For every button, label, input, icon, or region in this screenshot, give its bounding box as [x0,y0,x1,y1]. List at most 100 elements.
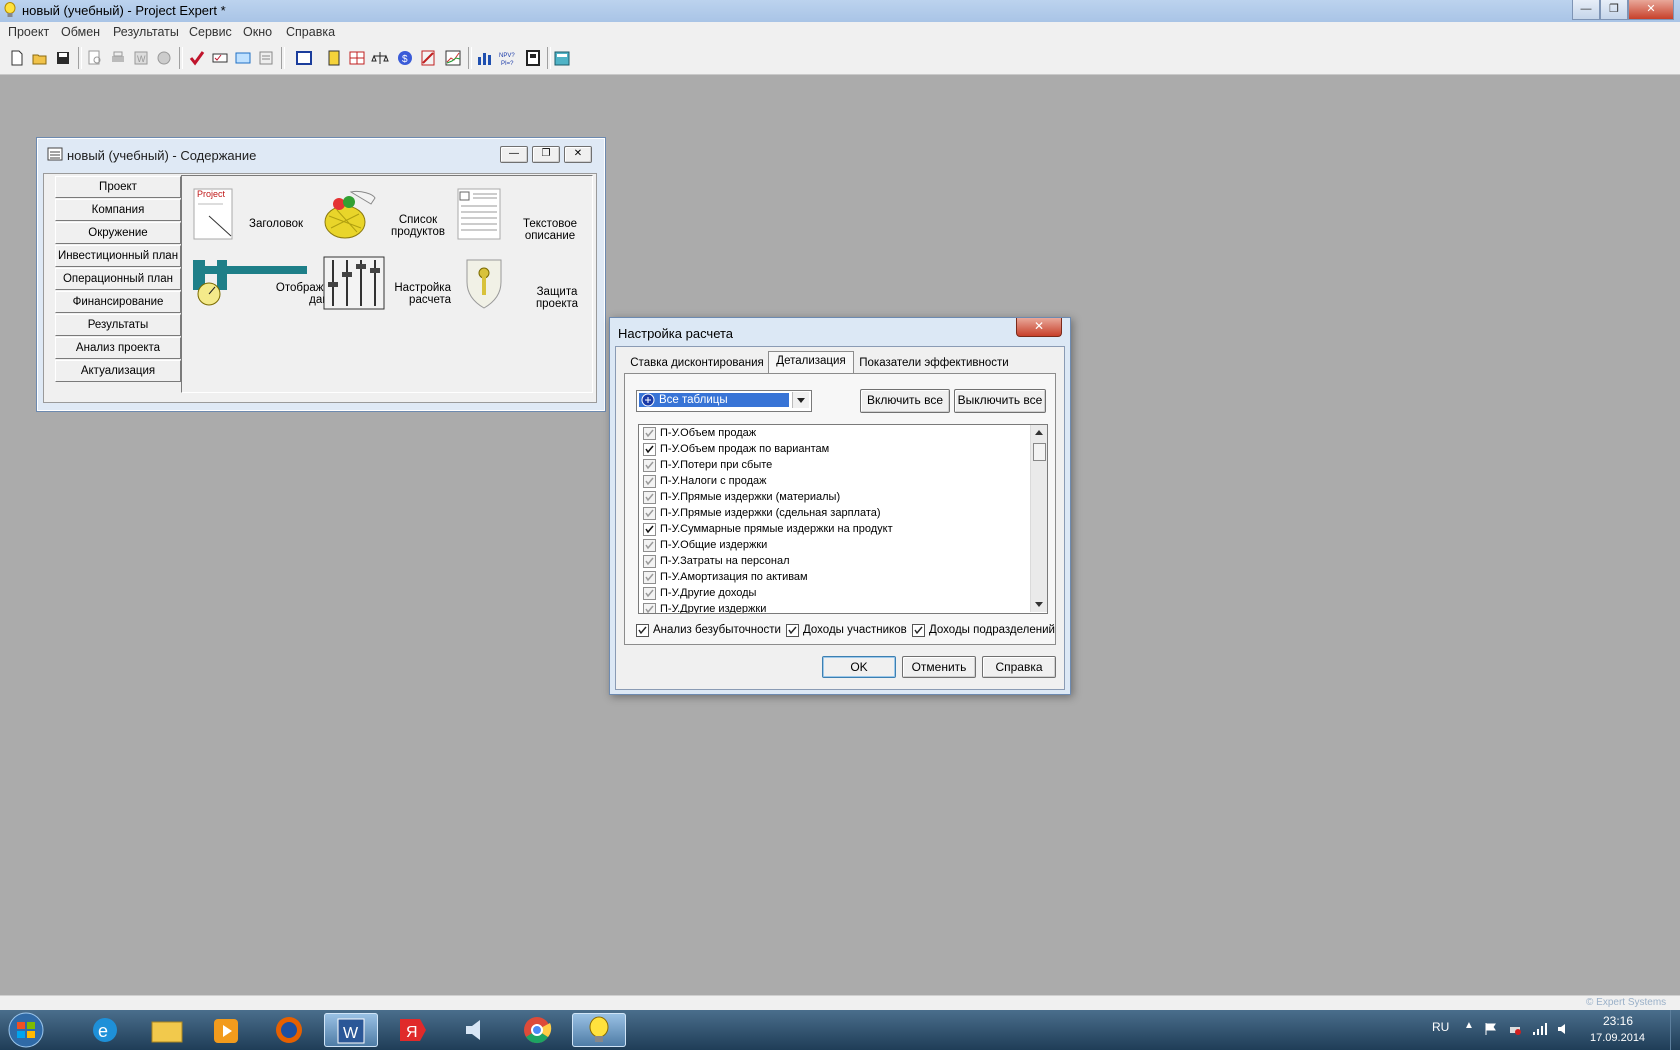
table-icon[interactable] [325,49,343,67]
balance-icon[interactable] [371,49,389,67]
volume-icon[interactable] [1556,1022,1570,1036]
table-row[interactable]: П-У.Прямые издержки (сдельная зарплата) [639,505,1029,521]
network-signal-icon[interactable] [1532,1022,1548,1036]
dollar-icon[interactable]: $ [396,49,414,67]
section-environment-button[interactable]: Окружение [55,222,181,244]
chart-cf-icon[interactable] [348,49,366,67]
disable-all-button[interactable]: Выключить все [954,389,1046,413]
print-icon[interactable] [109,49,127,67]
check-list-icon[interactable] [211,49,229,67]
table-row-checkbox[interactable] [643,427,656,440]
text-description-item[interactable]: Текстовое описание [457,188,587,244]
table-row-checkbox[interactable] [643,555,656,568]
window-menu-icon[interactable] [47,147,63,161]
table-row[interactable]: П-У.Общие издержки [639,537,1029,553]
cancel-button[interactable]: Отменить [902,656,976,678]
windows-start-icon[interactable] [6,1012,46,1048]
taskbar-word[interactable]: W [324,1013,378,1047]
indicators-icon[interactable] [476,49,494,67]
report-icon[interactable] [295,49,313,67]
section-actualization-button[interactable]: Актуализация [55,360,181,382]
section-analysis-button[interactable]: Анализ проекта [55,337,181,359]
help-button[interactable]: Справка [982,656,1056,678]
table-row[interactable]: П-У.Суммарные прямые издержки на продукт [639,521,1029,537]
preview-icon[interactable] [86,49,104,67]
table-row[interactable]: П-У.Другие издержки [639,601,1029,613]
participants-income-checkbox-box[interactable] [786,624,799,637]
menu-exchange[interactable]: Обмен [61,25,100,39]
breakeven-checkbox[interactable]: Анализ безубыточности [636,623,786,639]
keyboard-language[interactable]: RU [1432,1020,1449,1034]
tab-detail[interactable]: Детализация [768,351,854,374]
table-row[interactable]: П-У.Объем продаж по вариантам [639,441,1029,457]
save-icon[interactable] [54,49,72,67]
tab-efficiency[interactable]: Показатели эффективности [854,354,1014,373]
section-company-button[interactable]: Компания [55,199,181,221]
table-row[interactable]: П-У.Затраты на персонал [639,553,1029,569]
table-row-checkbox[interactable] [643,539,656,552]
menu-help[interactable]: Справка [286,25,335,39]
line-chart-icon[interactable] [444,49,462,67]
header-item[interactable]: Project Заголовок [193,188,317,244]
calc-settings-item[interactable]: Настройка расчета [323,256,453,312]
new-icon[interactable] [8,49,26,67]
open-icon[interactable] [31,49,49,67]
clock-time[interactable]: 23:16 [1603,1014,1633,1028]
notes-icon[interactable] [257,49,275,67]
table-row[interactable]: П-У.Налоги с продаж [639,473,1029,489]
dialog-close-button[interactable]: ✕ [1016,318,1062,337]
table-row-checkbox[interactable] [643,475,656,488]
taskbar-chrome[interactable] [510,1013,564,1047]
refresh-icon[interactable] [234,49,252,67]
clock-date[interactable]: 17.09.2014 [1590,1032,1645,1044]
taskbar-ie[interactable]: e [78,1013,132,1047]
table-row[interactable]: П-У.Объем продаж [639,425,1029,441]
show-desktop-button[interactable] [1670,1010,1680,1050]
restore-button[interactable]: ❐ [1600,0,1628,20]
table-row-checkbox[interactable] [643,523,656,536]
taskbar-media-player[interactable] [200,1013,254,1047]
scroll-thumb[interactable] [1033,443,1046,461]
list-scrollbar[interactable] [1030,425,1047,612]
participants-income-checkbox[interactable]: Доходы участников [786,623,908,639]
action-center-flag-icon[interactable] [1484,1022,1498,1036]
table-row[interactable]: П-У.Потери при сбыте [639,457,1029,473]
section-project-button[interactable]: Проект [55,176,181,198]
ok-button[interactable]: OK [822,656,896,678]
enable-all-button[interactable]: Включить все [860,389,950,413]
content-restore-button[interactable]: ❐ [532,146,560,163]
section-operational-button[interactable]: Операционный план [55,268,181,290]
taskbar-speaker-app[interactable] [448,1013,502,1047]
table-row[interactable]: П-У.Амортизация по активам [639,569,1029,585]
word-icon[interactable]: W [132,49,150,67]
section-results-button[interactable]: Результаты [55,314,181,336]
table-row[interactable]: П-У.Прямые издержки (материалы) [639,489,1029,505]
table-row-checkbox[interactable] [643,587,656,600]
menu-window[interactable]: Окно [243,25,272,39]
table-row-checkbox[interactable] [643,507,656,520]
tab-discount-rate[interactable]: Ставка дисконтирования [628,354,766,373]
tools-icon[interactable] [524,49,542,67]
menu-results[interactable]: Результаты [113,25,179,39]
content-close-button[interactable]: ✕ [564,146,592,163]
menu-service[interactable]: Сервис [189,25,232,39]
section-financing-button[interactable]: Финансирование [55,291,181,313]
divisions-income-checkbox[interactable]: Доходы подразделений [912,623,1055,639]
divisions-income-checkbox-box[interactable] [912,624,925,637]
table-row[interactable]: П-У.Другие доходы [639,585,1029,601]
edit-chart-icon[interactable] [419,49,437,67]
npv-icon[interactable]: NPV? PI=? [499,49,519,67]
table-row-checkbox[interactable] [643,603,656,613]
table-row-checkbox[interactable] [643,443,656,456]
minimize-button[interactable]: — [1572,0,1600,20]
tables-dropdown[interactable]: Все таблицы [636,390,812,412]
scroll-down-icon[interactable] [1031,596,1047,612]
tray-expand-icon[interactable]: ▲ [1464,1020,1474,1031]
settings-icon[interactable] [155,49,173,67]
taskbar-explorer[interactable] [140,1013,194,1047]
scroll-up-icon[interactable] [1031,425,1047,441]
tables-list[interactable]: П-У.Объем продаж П-У.Объем продаж по вари… [638,424,1048,614]
menu-project[interactable]: Проект [8,25,49,39]
dropdown-arrow[interactable] [792,392,809,408]
table-row-checkbox[interactable] [643,459,656,472]
